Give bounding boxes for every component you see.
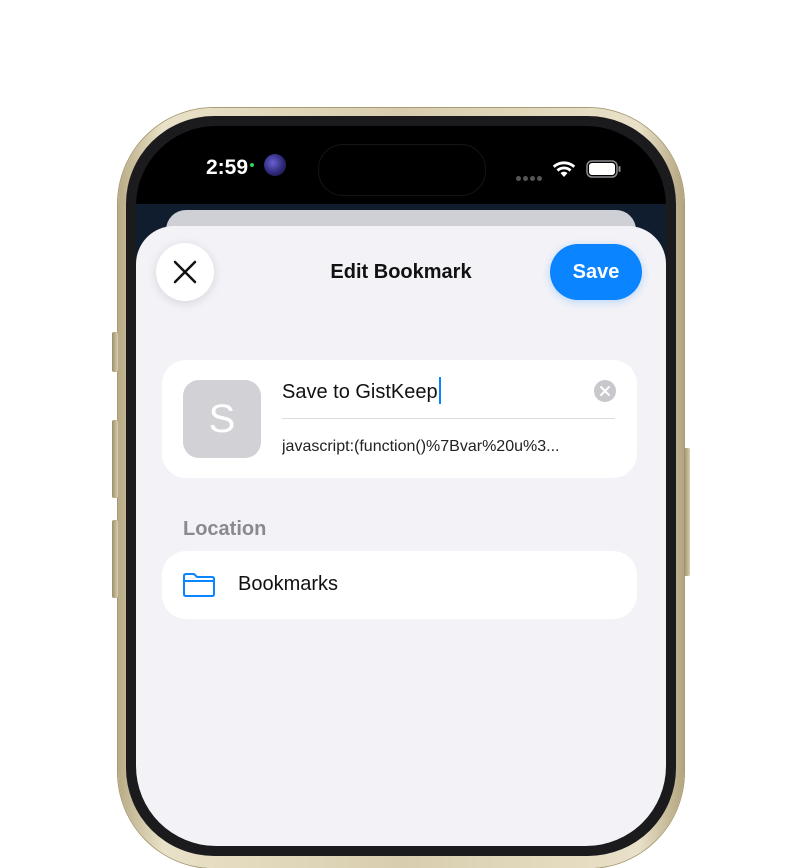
status-bar: 2:59 [136, 126, 666, 204]
bookmark-url-field[interactable]: javascript:(function()%7Bvar%20u%3... [282, 438, 618, 456]
save-button[interactable]: Save [550, 244, 642, 300]
bookmark-favicon: S [183, 380, 261, 458]
location-folder-label: Bookmarks [238, 573, 339, 595]
phone-screen: 2:59 Edit Bookmark Save S Save to GistKe… [136, 126, 666, 846]
location-folder-row[interactable]: Bookmarks [162, 551, 637, 619]
edit-bookmark-sheet: Edit Bookmark Save S Save to GistKeep ja… [136, 226, 666, 846]
cellular-signal-icon [516, 168, 544, 186]
text-caret [438, 377, 441, 404]
folder-icon [183, 573, 215, 597]
front-camera [264, 154, 286, 176]
bookmark-title-text: Save to GistKeep [282, 381, 438, 403]
power-button [684, 448, 690, 576]
location-section-header: Location [183, 518, 267, 540]
volume-up-button [112, 420, 118, 498]
privacy-indicator-dot [250, 163, 254, 167]
bookmark-title-field[interactable]: Save to GistKeep [282, 377, 441, 404]
wifi-icon [552, 161, 576, 177]
battery-icon [586, 160, 621, 178]
volume-down-button [112, 520, 118, 598]
clear-text-icon[interactable] [594, 380, 616, 402]
status-time: 2:59 [206, 156, 249, 179]
dynamic-island [318, 144, 486, 196]
field-divider [282, 418, 615, 419]
side-button [112, 332, 118, 372]
bookmark-details-card: S Save to GistKeep javascript:(function(… [162, 360, 637, 478]
